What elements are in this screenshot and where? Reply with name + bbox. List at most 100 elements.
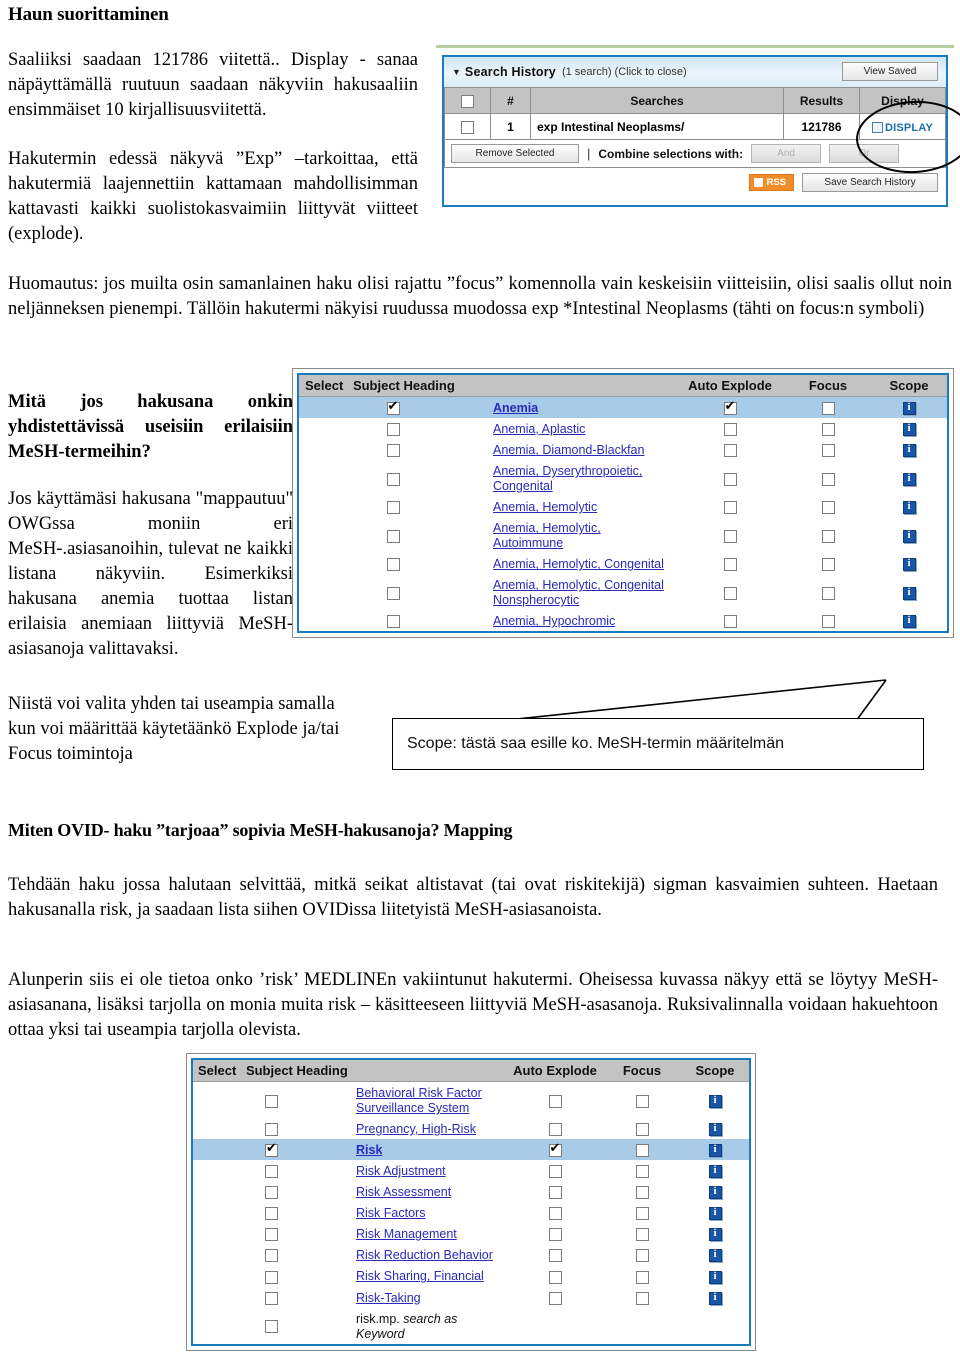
mesh-row[interactable]: risk.mp. search as Keyword <box>193 1307 749 1344</box>
mesh-focus-checkbox[interactable] <box>635 1207 649 1221</box>
mesh-row[interactable]: Risk Adjustment <box>193 1160 749 1182</box>
mesh-row[interactable]: Anemia, Hypochromic <box>299 610 947 632</box>
mesh-focus-checkbox[interactable] <box>635 1186 649 1200</box>
mesh-auto-explode-checkbox[interactable] <box>723 472 737 486</box>
chevron-down-icon[interactable]: ▼ <box>452 67 461 77</box>
mesh-focus-checkbox[interactable] <box>821 501 835 515</box>
info-icon[interactable] <box>708 1185 722 1200</box>
mesh-auto-explode-checkbox[interactable] <box>723 586 737 600</box>
mesh-row[interactable]: Risk Assessment <box>193 1181 749 1203</box>
mesh-row[interactable]: Anemia <box>299 396 947 419</box>
mesh-row[interactable]: Anemia, Hemolytic, Autoimmune <box>299 517 947 554</box>
mesh-auto-explode-checkbox[interactable] <box>723 399 737 416</box>
mesh-select-checkbox[interactable] <box>386 423 400 437</box>
mesh-focus-checkbox[interactable] <box>635 1123 649 1137</box>
mesh-select-checkbox[interactable] <box>265 1141 278 1158</box>
mesh-focus-checkbox[interactable] <box>821 615 835 629</box>
mesh-term-link[interactable]: Risk Reduction Behavior <box>356 1248 493 1262</box>
mesh-auto-explode-checkbox[interactable] <box>723 558 737 572</box>
save-search-history-button[interactable]: Save Search History <box>802 173 938 192</box>
row-checkbox[interactable] <box>461 120 474 134</box>
mesh-row[interactable]: Pregnancy, High-Risk <box>193 1118 749 1140</box>
info-icon[interactable] <box>708 1270 722 1284</box>
mesh-select-checkbox[interactable] <box>265 1270 278 1284</box>
mesh-term-link[interactable]: Risk <box>356 1143 382 1157</box>
mesh-focus-checkbox[interactable] <box>821 423 835 437</box>
mesh-auto-explode-checkbox[interactable] <box>548 1249 562 1263</box>
mesh-select-checkbox[interactable] <box>265 1123 278 1137</box>
mesh-row[interactable]: Risk Reduction Behavior <box>193 1244 749 1266</box>
mesh-auto-explode-checkbox[interactable] <box>548 1270 562 1284</box>
mesh-term-link[interactable]: Risk Sharing, Financial <box>356 1269 484 1283</box>
mesh-term-link[interactable]: Anemia, Diamond-Blackfan <box>493 443 644 457</box>
info-icon[interactable] <box>902 586 916 600</box>
info-icon[interactable] <box>902 443 916 458</box>
mesh-auto-explode-checkbox[interactable] <box>548 1165 562 1179</box>
display-link[interactable]: DISPLAY <box>885 122 933 134</box>
mesh-auto-explode-checkbox[interactable] <box>548 1291 562 1305</box>
mesh-row[interactable]: Anemia, Diamond-Blackfan <box>299 439 947 461</box>
info-icon[interactable] <box>902 422 916 437</box>
mesh-row[interactable]: Risk Management <box>193 1223 749 1245</box>
mesh-row[interactable]: Anemia, Hemolytic <box>299 496 947 518</box>
mesh-term-link[interactable]: Behavioral Risk Factor Surveillance Syst… <box>356 1086 482 1115</box>
mesh-focus-checkbox[interactable] <box>821 444 835 458</box>
mesh-term-link[interactable]: Anemia, Hemolytic, Autoimmune <box>493 521 601 550</box>
mesh-focus-checkbox[interactable] <box>821 558 835 572</box>
combine-or-button[interactable]: Or <box>829 144 900 163</box>
mesh-select-checkbox[interactable] <box>386 472 400 486</box>
mesh-select-checkbox[interactable] <box>386 586 400 600</box>
mesh-auto-explode-checkbox[interactable] <box>548 1123 562 1137</box>
rss-button[interactable]: RSS <box>749 174 794 191</box>
mesh-select-checkbox[interactable] <box>386 558 400 572</box>
mesh-row[interactable]: Risk Sharing, Financial <box>193 1265 749 1287</box>
mesh-select-checkbox[interactable] <box>386 444 400 458</box>
mesh-select-checkbox[interactable] <box>265 1320 278 1334</box>
mesh-focus-checkbox[interactable] <box>821 472 835 486</box>
mesh-term-link[interactable]: Anemia, Hemolytic, Congenital Nonspheroc… <box>493 578 664 607</box>
mesh-focus-checkbox[interactable] <box>635 1165 649 1179</box>
mesh-focus-checkbox[interactable] <box>635 1249 649 1263</box>
mesh-focus-checkbox[interactable] <box>821 586 835 600</box>
mesh-focus-checkbox[interactable] <box>821 402 835 416</box>
info-icon[interactable] <box>902 500 916 515</box>
mesh-term-link[interactable]: Risk Factors <box>356 1206 425 1220</box>
mesh-select-checkbox[interactable] <box>386 615 400 629</box>
mesh-term-link[interactable]: Anemia, Hypochromic <box>493 614 615 628</box>
mesh-auto-explode-checkbox[interactable] <box>723 501 737 515</box>
mesh-row[interactable]: Behavioral Risk Factor Surveillance Syst… <box>193 1081 749 1118</box>
info-icon[interactable] <box>708 1164 722 1179</box>
mesh-focus-checkbox[interactable] <box>635 1291 649 1305</box>
mesh-auto-explode-checkbox[interactable] <box>548 1186 562 1200</box>
mesh-select-checkbox[interactable] <box>386 529 400 543</box>
mesh-term-link[interactable]: Anemia, Dyserythropoietic, Congenital <box>493 464 642 493</box>
mesh-auto-explode-checkbox[interactable] <box>548 1207 562 1221</box>
info-icon[interactable] <box>708 1143 722 1158</box>
info-icon[interactable] <box>708 1291 722 1305</box>
mesh-focus-checkbox[interactable] <box>635 1270 649 1284</box>
mesh-row[interactable]: Anemia, Hemolytic, Congenital <box>299 553 947 575</box>
select-all-checkbox[interactable] <box>461 94 474 108</box>
info-icon[interactable] <box>902 557 916 572</box>
mesh-row[interactable]: Anemia, Aplastic <box>299 418 947 440</box>
info-icon[interactable] <box>708 1206 722 1221</box>
mesh-row[interactable]: Anemia, Hemolytic, Congenital Nonspheroc… <box>299 574 947 611</box>
mesh-auto-explode-checkbox[interactable] <box>723 529 737 543</box>
mesh-focus-checkbox[interactable] <box>635 1094 649 1108</box>
mesh-auto-explode-checkbox[interactable] <box>723 444 737 458</box>
row-display-cell[interactable]: DISPLAY <box>859 113 946 140</box>
mesh-term-link[interactable]: Anemia <box>493 401 538 415</box>
mesh-term-link[interactable]: Risk Assessment <box>356 1185 451 1199</box>
mesh-auto-explode-checkbox[interactable] <box>723 423 737 437</box>
info-icon[interactable] <box>708 1122 722 1137</box>
mesh-row[interactable]: Risk Factors <box>193 1202 749 1224</box>
mesh-term-link[interactable]: Anemia, Aplastic <box>493 422 585 436</box>
mesh-select-checkbox[interactable] <box>265 1291 278 1305</box>
view-saved-button[interactable]: View Saved <box>842 62 938 81</box>
mesh-term-link[interactable]: Risk Adjustment <box>356 1164 446 1178</box>
mesh-auto-explode-checkbox[interactable] <box>548 1228 562 1242</box>
mesh-term-link[interactable]: Anemia, Hemolytic, Congenital <box>493 557 664 571</box>
mesh-auto-explode-checkbox[interactable] <box>548 1094 562 1108</box>
combine-and-button[interactable]: And <box>751 144 822 163</box>
info-icon[interactable] <box>708 1227 722 1242</box>
